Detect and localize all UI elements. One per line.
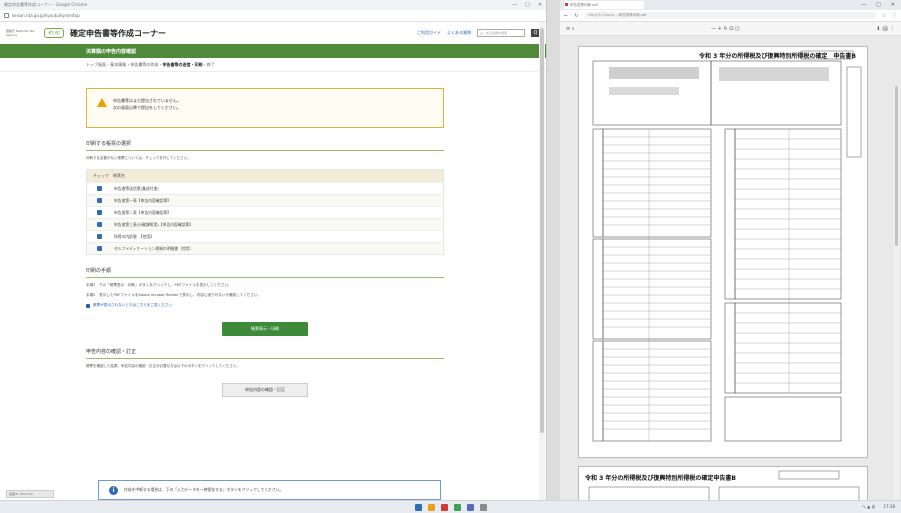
table-row: セルフメディケーション税制の明細書（控用）: [87, 242, 443, 254]
breadcrumb-item: 終了: [206, 61, 215, 67]
breadcrumb-item: トップ画面: [86, 61, 106, 67]
warning-icon: [97, 98, 107, 107]
usage-guide-link[interactable]: ご利用ガイド: [417, 30, 441, 36]
checkbox[interactable]: [97, 246, 102, 251]
site-title: 確定申告書等作成コーナー: [70, 28, 166, 38]
tax-form-grid: [588, 470, 860, 500]
page-id: 画面ID: SM-D-00: [6, 490, 54, 498]
left-titlebar: 確定申告書等作成コーナー - Google Chrome — □ ✕: [0, 0, 546, 10]
checkbox[interactable]: [97, 186, 102, 191]
pdf-page-2: 令和 3 年分の所得税及び復興特別所得税の確定申告書B: [578, 466, 868, 500]
back-icon[interactable]: ←: [564, 13, 568, 19]
review-title: 申告内容の確認・訂正: [86, 348, 444, 359]
pdf-address-row: ← ↻ file:///C:/Users/.../申告書等印刷.pdf ☆ ⋮: [560, 10, 901, 22]
tax-form-grid: [592, 50, 862, 442]
ime-indicator[interactable]: へ ▲ あ: [862, 504, 876, 510]
table-row: 申告書第三表(分離課税用)【申告内容確認票】: [87, 218, 443, 230]
site-header: 国税庁 National Tax Agency ぜいむ 確定申告書等作成コーナー…: [0, 22, 546, 44]
site-badge: ぜいむ: [44, 28, 64, 38]
print-select-desc: 印刷する必要がない帳票については、チェックを外してください。: [86, 156, 191, 160]
procedure-step2: 手順2 表示したPDFファイルをAdobe Acrobat Readerで表示し…: [86, 293, 262, 297]
review-desc: 帳票を確認した結果、申告内容の確認・訂正が必要な方は以下のボタンをクリックしてく…: [86, 364, 240, 368]
pdf-toolbar: ≡ ⌕ — + ↻ ⊡ ◫ ⬇ 🖨 ⋮: [560, 22, 901, 36]
left-browser-window: 確定申告書等作成コーナー - Google Chrome — □ ✕ keisa…: [0, 0, 547, 500]
table-row: 申告書第二表【申告内容確認票】: [87, 206, 443, 218]
tab-strip: 申告書等印刷.pdf — □ ✕: [560, 0, 901, 10]
procedure-title: 印刷の手順: [86, 267, 444, 278]
help-link[interactable]: 帳票が表示されないときはこちらをご覧ください: [86, 303, 444, 308]
scroll-thumb[interactable]: [895, 86, 898, 246]
app-icon[interactable]: [466, 503, 474, 511]
tab-pdf[interactable]: 申告書等印刷.pdf: [564, 1, 644, 9]
app-icon[interactable]: [479, 503, 487, 511]
app-icon[interactable]: [453, 503, 461, 511]
pdf-viewer[interactable]: 令和 3 年分の所得税及び復興特別所得税の確定 申告書B 令和 3 年分の所得税…: [560, 36, 901, 500]
table-row: 申告書第一表【申告内容確認票】: [87, 194, 443, 206]
sidebar-toggle-icon[interactable]: ≡ ⌕: [566, 26, 575, 32]
info-icon: i: [109, 485, 118, 495]
warning-line: 次の画面以降で提出をしてください。: [113, 105, 181, 110]
checkbox[interactable]: [97, 198, 102, 203]
info-text: 作成を中断する場合は、下の「入力データを一時保存する」ボタンをクリックしてくださ…: [124, 487, 284, 492]
link-icon: [86, 303, 90, 308]
taskbar: へ ▲ あ 17:38: [0, 500, 901, 513]
pdf-scrollbar[interactable]: [894, 86, 899, 500]
right-pdf-window: 申告書等印刷.pdf — □ ✕ ← ↻ file:///C:/Users/..…: [560, 0, 901, 500]
menu-icon[interactable]: ⋮: [892, 13, 897, 19]
pdf-url-input[interactable]: file:///C:/Users/.../申告書等印刷.pdf: [584, 12, 876, 19]
checkbox[interactable]: [97, 222, 102, 227]
table-row: 所得の内訳書 【控用】: [87, 230, 443, 242]
warning-box: 申告書等はまだ提出されていません。 次の画面以降で提出をしてください。: [86, 88, 444, 128]
nta-logo[interactable]: 国税庁 National Tax Agency: [6, 29, 38, 37]
checkbox[interactable]: [97, 210, 102, 215]
pdf-page-1: 令和 3 年分の所得税及び復興特別所得税の確定 申告書B: [578, 46, 868, 458]
table-row: 申告書等送信票(兼送付書): [87, 182, 443, 194]
chrome-icon[interactable]: [440, 503, 448, 511]
star-icon[interactable]: ☆: [882, 13, 886, 19]
review-edit-button[interactable]: 申告内容の確認・訂正: [222, 383, 308, 397]
main-content: 申告書等はまだ提出されていません。 次の画面以降で提出をしてください。 印刷する…: [86, 82, 444, 397]
scroll-thumb[interactable]: [540, 28, 544, 433]
breadcrumb-item: 基本情報: [110, 61, 127, 67]
table-header: チェック 帳票名: [87, 170, 443, 182]
lock-icon: [4, 13, 9, 18]
clock: 17:38: [883, 504, 895, 509]
url-text[interactable]: keisan.nta.go.jp/kyoutu/ky/sm/top: [12, 13, 80, 18]
forms-table: チェック 帳票名 申告書等送信票(兼送付書) 申告書第一表【申告内容確認票】 申…: [86, 169, 444, 255]
system-tray: へ ▲ あ 17:38: [862, 504, 895, 510]
window-title: 確定申告書等作成コーナー - Google Chrome: [4, 2, 88, 7]
minimize-button[interactable]: —: [861, 2, 866, 8]
reload-icon[interactable]: ↻: [574, 13, 578, 19]
print-select-title: 印刷する帳票の選択: [86, 140, 444, 151]
address-bar[interactable]: keisan.nta.go.jp/kyoutu/ky/sm/top: [0, 10, 546, 22]
maximize-button[interactable]: □: [525, 2, 530, 8]
close-button[interactable]: ✕: [891, 2, 895, 8]
section-bar: 決算額の申告内容確認: [0, 44, 546, 58]
warning-line: 申告書等はまだ提出されていません。: [113, 98, 181, 103]
pdf-favicon-icon: [565, 3, 568, 6]
breadcrumb-current: 申告書等の送信・印刷: [162, 61, 203, 67]
faq-search-input[interactable]: よくある質問を検索: [477, 29, 525, 37]
breadcrumb-item: 申告書等の作成: [130, 61, 159, 67]
info-box: i 作成を中断する場合は、下の「入力データを一時保存する」ボタンをクリックしてく…: [98, 480, 441, 500]
zoom-controls[interactable]: — + ↻ ⊡ ◫: [711, 26, 740, 32]
left-scrollbar[interactable]: [539, 22, 545, 500]
faq-link[interactable]: よくある質問: [447, 30, 471, 36]
close-button[interactable]: ✕: [538, 2, 542, 8]
procedure-step1: 手順1 下の「帳票表示・印刷」ボタンをクリックし、PDFファイルを表示してくださ…: [86, 283, 232, 287]
breadcrumb: トップ画面 › 基本情報 › 申告書等の作成 › 申告書等の送信・印刷 › 終了: [0, 58, 546, 72]
checkbox[interactable]: [97, 234, 102, 239]
explorer-icon[interactable]: [427, 503, 435, 511]
start-icon[interactable]: [414, 503, 422, 511]
maximize-button[interactable]: □: [876, 2, 881, 8]
minimize-button[interactable]: —: [512, 2, 517, 8]
print-display-button[interactable]: 帳票表示・印刷: [222, 322, 308, 336]
download-print-icons[interactable]: ⬇ 🖨 ⋮: [876, 26, 895, 32]
